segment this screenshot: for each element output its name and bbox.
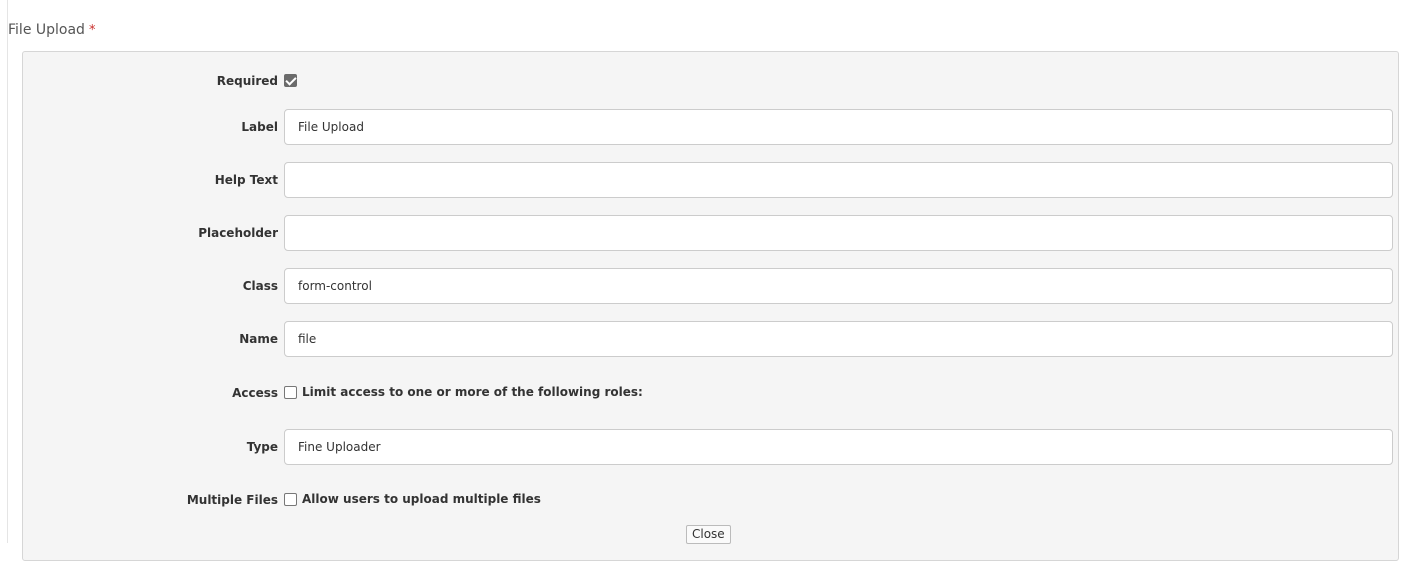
required-checkbox[interactable] <box>284 74 297 87</box>
placeholder-input[interactable] <box>284 215 1393 251</box>
class-label: Class <box>242 279 278 293</box>
field-edit-panel: Required Label Help Text Placeholder Cla… <box>22 51 1399 561</box>
field-title-text: File Upload <box>8 22 85 38</box>
access-checkbox[interactable] <box>284 386 297 399</box>
multiple-files-checkbox-text[interactable]: Allow users to upload multiple files <box>302 492 541 506</box>
field-title: File Upload * <box>8 22 95 38</box>
required-marker: * <box>88 23 96 38</box>
label-field-label: Label <box>241 120 278 134</box>
multiple-files-label: Multiple Files <box>186 493 278 507</box>
label-input[interactable] <box>284 109 1393 145</box>
help-text-label: Help Text <box>214 173 278 187</box>
placeholder-label: Placeholder <box>198 226 278 240</box>
class-input[interactable] <box>284 268 1393 304</box>
access-label: Access <box>232 386 278 400</box>
name-label: Name <box>239 332 278 346</box>
multiple-files-checkbox[interactable] <box>284 493 297 506</box>
access-checkbox-text[interactable]: Limit access to one or more of the follo… <box>302 385 643 399</box>
close-button[interactable]: Close <box>686 525 731 544</box>
name-input[interactable] <box>284 321 1393 357</box>
help-text-input[interactable] <box>284 162 1393 198</box>
left-border-rule <box>7 0 8 543</box>
type-label: Type <box>246 440 278 454</box>
type-input[interactable] <box>284 429 1393 465</box>
required-label: Required <box>216 74 278 88</box>
